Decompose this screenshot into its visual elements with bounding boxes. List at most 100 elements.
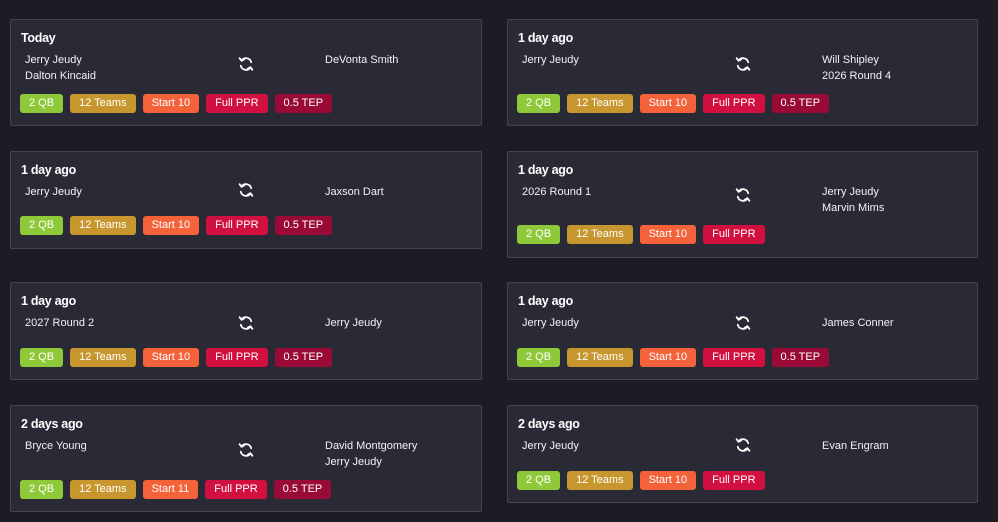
qb-tag: 2 QB (517, 348, 561, 367)
tep-tag: 0.5 TEP (771, 348, 830, 367)
start-tag: Start 10 (639, 225, 697, 244)
qb-tag: 2 QB (20, 216, 64, 235)
trade-side-right: Evan Engram (822, 438, 889, 454)
trade-side-right: James Conner (822, 315, 894, 331)
teams-tag: 12 Teams (70, 94, 136, 113)
trade-asset: Will Shipley (822, 54, 879, 66)
trade-side-right: Jaxson Dart (325, 184, 384, 200)
start-tag: Start 10 (142, 348, 200, 367)
league-settings-tags: 2 QB 12 Teams Start 10 Full PPR 0.5 TEP (517, 94, 830, 113)
swap-icon (238, 56, 254, 72)
qb-tag: 2 QB (20, 348, 64, 367)
trade-asset: Jerry Jeudy (325, 317, 382, 329)
trade-time: 1 day ago (21, 294, 76, 308)
start-tag: Start 10 (142, 216, 200, 235)
swap-icon (238, 315, 254, 331)
teams-tag: 12 Teams (567, 225, 633, 244)
teams-tag: 12 Teams (567, 348, 633, 367)
tep-tag: 0.5 TEP (771, 94, 830, 113)
ppr-tag: Full PPR (703, 348, 765, 367)
teams-tag: 12 Teams (70, 216, 136, 235)
swap-icon (735, 187, 751, 203)
trade-card[interactable]: 1 day ago 2026 Round 1 Jerry Jeudy Marvin M… (507, 151, 978, 258)
ppr-tag: Full PPR (703, 94, 765, 113)
trade-side-left: Jerry Jeudy (25, 184, 82, 200)
trade-asset: Evan Engram (822, 440, 889, 452)
trade-side-right: David Montgomery Jerry Jeudy (325, 438, 417, 470)
trade-asset: 2026 Round 1 (522, 186, 592, 198)
trade-side-left: 2026 Round 1 (522, 184, 591, 200)
start-tag: Start 10 (639, 471, 697, 490)
trade-time: 1 day ago (21, 163, 76, 177)
swap-icon (735, 437, 751, 453)
trade-card[interactable]: 1 day ago Jerry Jeudy Jaxson Dart 2 QB 12 Te… (10, 151, 482, 249)
league-settings-tags: 2 QB 12 Teams Start 10 Full PPR 0.5 TEP (517, 348, 830, 367)
trade-asset: Marvin Mims (822, 202, 885, 214)
start-tag: Start 11 (142, 480, 199, 499)
trade-asset: Jerry Jeudy (522, 440, 579, 452)
trade-asset: Jerry Jeudy (25, 186, 82, 198)
league-settings-tags: 2 QB 12 Teams Start 10 Full PPR (517, 225, 765, 244)
trade-side-left: Jerry Jeudy Dalton Kincaid (25, 52, 96, 84)
trade-asset: Jerry Jeudy (325, 456, 382, 468)
ppr-tag: Full PPR (206, 216, 268, 235)
trade-side-left: Jerry Jeudy (522, 438, 579, 454)
trade-time: 1 day ago (518, 163, 573, 177)
trade-asset: James Conner (822, 317, 894, 329)
swap-icon (735, 56, 751, 72)
trade-card[interactable]: 1 day ago Jerry Jeudy James Conner 2 QB 12 T… (507, 282, 978, 380)
trade-asset: Jerry Jeudy (522, 317, 579, 329)
teams-tag: 12 Teams (70, 348, 136, 367)
trade-asset: David Montgomery (325, 440, 418, 452)
trade-card[interactable]: 2 days ago Bryce Young David Montgomery Jer… (10, 405, 482, 512)
teams-tag: 12 Teams (567, 94, 633, 113)
trade-time: 1 day ago (518, 294, 573, 308)
league-settings-tags: 2 QB 12 Teams Start 11 Full PPR 0.5 TEP (20, 480, 332, 499)
trade-side-left: Jerry Jeudy (522, 52, 579, 68)
trade-side-left: Bryce Young (25, 438, 87, 454)
teams-tag: 12 Teams (70, 480, 136, 499)
trade-asset: Dalton Kincaid (25, 70, 96, 82)
teams-tag: 12 Teams (567, 471, 633, 490)
trade-time: 2 days ago (21, 417, 83, 431)
trade-asset: Jaxson Dart (325, 186, 384, 198)
trade-card[interactable]: 1 day ago Jerry Jeudy Will Shipley 2026 Rou… (507, 19, 978, 126)
trade-asset: Jerry Jeudy (822, 186, 879, 198)
trade-asset: Jerry Jeudy (522, 54, 579, 66)
trade-side-right: Will Shipley 2026 Round 4 (822, 52, 891, 84)
league-settings-tags: 2 QB 12 Teams Start 10 Full PPR 0.5 TEP (20, 348, 333, 367)
trade-side-left: 2027 Round 2 (25, 315, 94, 331)
trade-side-right: DeVonta Smith (325, 52, 398, 68)
qb-tag: 2 QB (20, 94, 64, 113)
qb-tag: 2 QB (517, 471, 561, 490)
swap-icon (238, 182, 254, 198)
ppr-tag: Full PPR (206, 94, 268, 113)
trade-asset: 2027 Round 2 (25, 317, 95, 329)
tep-tag: 0.5 TEP (274, 94, 333, 113)
start-tag: Start 10 (142, 94, 200, 113)
ppr-tag: Full PPR (703, 225, 765, 244)
league-settings-tags: 2 QB 12 Teams Start 10 Full PPR 0.5 TEP (20, 216, 333, 235)
qb-tag: 2 QB (517, 225, 561, 244)
tep-tag: 0.5 TEP (273, 480, 332, 499)
ppr-tag: Full PPR (206, 348, 268, 367)
trade-time: Today (21, 31, 56, 45)
trade-time: 2 days ago (518, 417, 580, 431)
trade-card[interactable]: Today Jerry Jeudy Dalton Kincaid DeVonta Sm… (10, 19, 482, 126)
league-settings-tags: 2 QB 12 Teams Start 10 Full PPR 0.5 TEP (20, 94, 333, 113)
trade-asset: 2026 Round 4 (822, 70, 892, 82)
swap-icon (238, 442, 254, 458)
trade-card[interactable]: 1 day ago 2027 Round 2 Jerry Jeudy 2 QB 12 T… (10, 282, 482, 380)
trade-card[interactable]: 2 days ago Jerry Jeudy Evan Engram 2 QB 12 T… (507, 405, 978, 503)
tep-tag: 0.5 TEP (274, 348, 333, 367)
ppr-tag: Full PPR (703, 471, 765, 490)
league-settings-tags: 2 QB 12 Teams Start 10 Full PPR (517, 471, 765, 490)
tep-tag: 0.5 TEP (274, 216, 333, 235)
trade-asset: Jerry Jeudy (25, 54, 82, 66)
trade-time: 1 day ago (518, 31, 573, 45)
trade-asset: DeVonta Smith (325, 54, 399, 66)
trade-side-right: Jerry Jeudy (325, 315, 382, 331)
trade-asset: Bryce Young (25, 440, 87, 452)
qb-tag: 2 QB (20, 480, 64, 499)
start-tag: Start 10 (639, 348, 697, 367)
